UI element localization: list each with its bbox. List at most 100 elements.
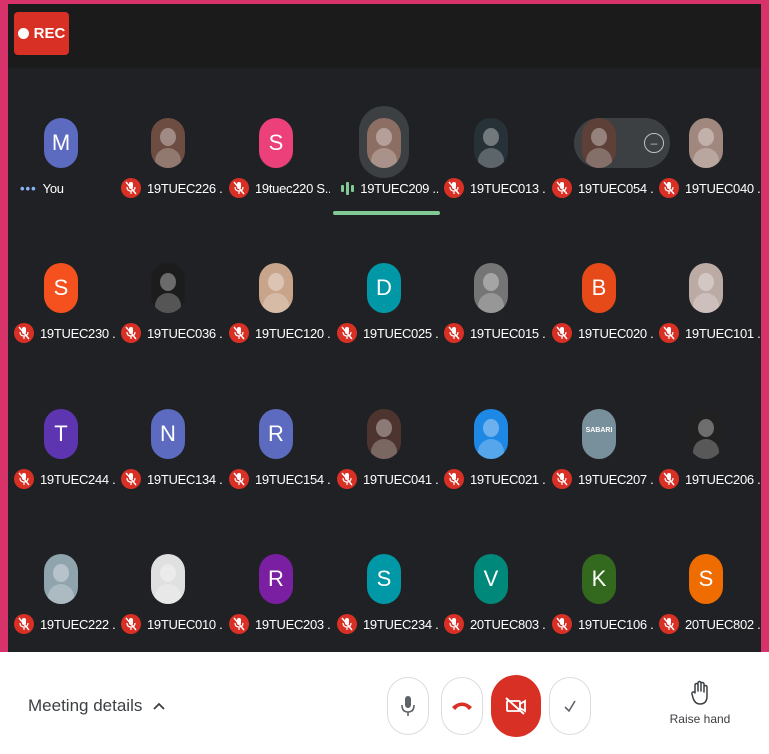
meeting-details-button[interactable]: Meeting details — [28, 696, 166, 716]
mic-muted-icon — [659, 469, 679, 489]
avatar: V — [474, 554, 508, 604]
avatar: D — [367, 263, 401, 313]
participant-tile[interactable]: 19TUEC013 ... — [438, 100, 545, 200]
avatar-face — [160, 128, 176, 146]
participant-tile[interactable]: B 19TUEC020 ... — [546, 245, 653, 345]
participant-tile[interactable]: D 19TUEC025 ... — [331, 245, 438, 345]
participant-label-row: ••• You — [8, 177, 115, 199]
avatar-face — [376, 419, 392, 437]
participant-name: 19TUEC021 ... — [470, 471, 545, 487]
participant-tile[interactable]: 19TUEC015 ... — [438, 245, 545, 345]
participant-tile[interactable]: 19TUEC101 ... — [653, 245, 760, 345]
participant-tile[interactable]: SABARI 19TUEC207 ... — [546, 391, 653, 491]
audio-level-icon — [341, 178, 354, 198]
mic-muted-icon — [337, 323, 357, 343]
leave-call-button[interactable] — [441, 677, 483, 735]
participant-tile[interactable]: 19TUEC209 ... — [331, 100, 438, 200]
participant-tile[interactable]: 19TUEC120 ... — [223, 245, 330, 345]
more-options-button[interactable] — [549, 677, 591, 735]
avatar-body — [693, 439, 719, 459]
participant-tile[interactable]: 19TUEC041 ... — [331, 391, 438, 491]
camera-toggle-button[interactable] — [491, 675, 541, 737]
recording-badge[interactable]: REC — [14, 12, 69, 55]
participant-name: 19TUEC207 ... — [578, 471, 653, 487]
meeting-details-label: Meeting details — [28, 696, 143, 715]
participant-tile[interactable]: 19TUEC021 ... — [438, 391, 545, 491]
participant-tile[interactable]: 19TUEC010 ... — [115, 536, 222, 636]
participant-tile[interactable]: R 19TUEC203 ... — [223, 536, 330, 636]
participant-name: 19TUEC010 ... — [147, 616, 222, 632]
participant-label-row: 19TUEC134 ... — [115, 468, 222, 490]
participant-label-row: 20TUEC803 ... — [438, 613, 545, 635]
participant-name: 19tuec220 S... — [255, 180, 330, 196]
microphone-button[interactable] — [387, 677, 429, 735]
participant-tile[interactable]: S 20TUEC802 ... — [653, 536, 760, 636]
mic-muted-icon — [444, 178, 464, 198]
avatar-photo — [151, 263, 185, 313]
avatar-photo — [689, 118, 723, 168]
avatar-photo — [367, 118, 401, 168]
meet-window: REC M ••• You 19TUEC226 ... S 19tuec220 S... 1… — [8, 4, 761, 754]
participant-label-row: 19TUEC015 ... — [438, 322, 545, 344]
avatar-face — [483, 419, 499, 437]
mic-muted-icon — [121, 469, 141, 489]
avatar: R — [259, 409, 293, 459]
mic-muted-icon — [659, 178, 679, 198]
avatar-body — [371, 439, 397, 459]
participant-label-row: 19TUEC206 ... — [653, 468, 760, 490]
participant-tile[interactable]: 19TUEC036 ... — [115, 245, 222, 345]
microphone-icon — [401, 696, 415, 716]
participant-tile[interactable]: T 19TUEC244 ... — [8, 391, 115, 491]
participant-label-row: 19TUEC209 ... — [331, 177, 438, 199]
avatar-body — [586, 148, 612, 168]
participant-label-row: 19TUEC101 ... — [653, 322, 760, 344]
avatar-photo — [259, 263, 293, 313]
participant-name: 19TUEC054 ... — [578, 180, 653, 196]
participant-tile-self[interactable]: M ••• You — [8, 100, 115, 200]
participant-label-row: 19TUEC106 ... — [546, 613, 653, 635]
participant-name: 19TUEC020 ... — [578, 325, 653, 341]
participant-label-row: 19TUEC025 ... — [331, 322, 438, 344]
participant-name: 19TUEC206 ... — [685, 471, 760, 487]
participant-name: 19TUEC025 ... — [363, 325, 438, 341]
avatar-photo — [582, 118, 616, 168]
participant-label-row: 19tuec220 S... — [223, 177, 330, 199]
participant-tile[interactable]: S 19TUEC234 ... — [331, 536, 438, 636]
avatar-body — [263, 293, 289, 313]
participant-label-row: 19TUEC244 ... — [8, 468, 115, 490]
participant-tile[interactable]: 19TUEC206 ... — [653, 391, 760, 491]
participant-label-row: 19TUEC010 ... — [115, 613, 222, 635]
participant-tile[interactable]: 19TUEC222 ... — [8, 536, 115, 636]
participant-tile[interactable]: S 19TUEC230 ... — [8, 245, 115, 345]
avatar-body — [155, 293, 181, 313]
checkmark-icon — [564, 700, 576, 713]
avatar: R — [259, 554, 293, 604]
participant-tile[interactable]: 19TUEC040 ... — [653, 100, 760, 200]
participant-tile[interactable]: R 19TUEC154 ... — [223, 391, 330, 491]
participant-name: 19TUEC134 ... — [147, 471, 222, 487]
participant-name: 19TUEC041 ... — [363, 471, 438, 487]
avatar-face — [591, 128, 607, 146]
raise-hand-label: Raise hand — [669, 712, 731, 726]
avatar: S — [259, 118, 293, 168]
avatar-body — [478, 148, 504, 168]
mic-muted-icon — [552, 178, 572, 198]
participant-tile[interactable]: ⚲–19TUEC054 ... — [546, 100, 670, 200]
avatar-photo-text: SABARI — [585, 427, 613, 434]
participant-tile[interactable]: 19TUEC226 ... — [115, 100, 222, 200]
participant-tile[interactable]: K 19TUEC106 ... — [546, 536, 653, 636]
avatar: N — [151, 409, 185, 459]
mic-muted-icon — [121, 178, 141, 198]
mic-muted-icon — [14, 469, 34, 489]
participant-label-row: 19TUEC154 ... — [223, 468, 330, 490]
mic-muted-icon — [552, 614, 572, 634]
avatar-body — [155, 148, 181, 168]
participant-tile[interactable]: V 20TUEC803 ... — [438, 536, 545, 636]
avatar: B — [582, 263, 616, 313]
participant-name: 19TUEC036 ... — [147, 325, 222, 341]
participant-grid: M ••• You 19TUEC226 ... S 19tuec220 S... 19TUE… — [8, 100, 761, 650]
raise-hand-button[interactable]: Raise hand — [670, 680, 730, 736]
participant-name: 19TUEC120 ... — [255, 325, 330, 341]
participant-tile[interactable]: N 19TUEC134 ... — [115, 391, 222, 491]
participant-tile[interactable]: S 19tuec220 S... — [223, 100, 330, 200]
